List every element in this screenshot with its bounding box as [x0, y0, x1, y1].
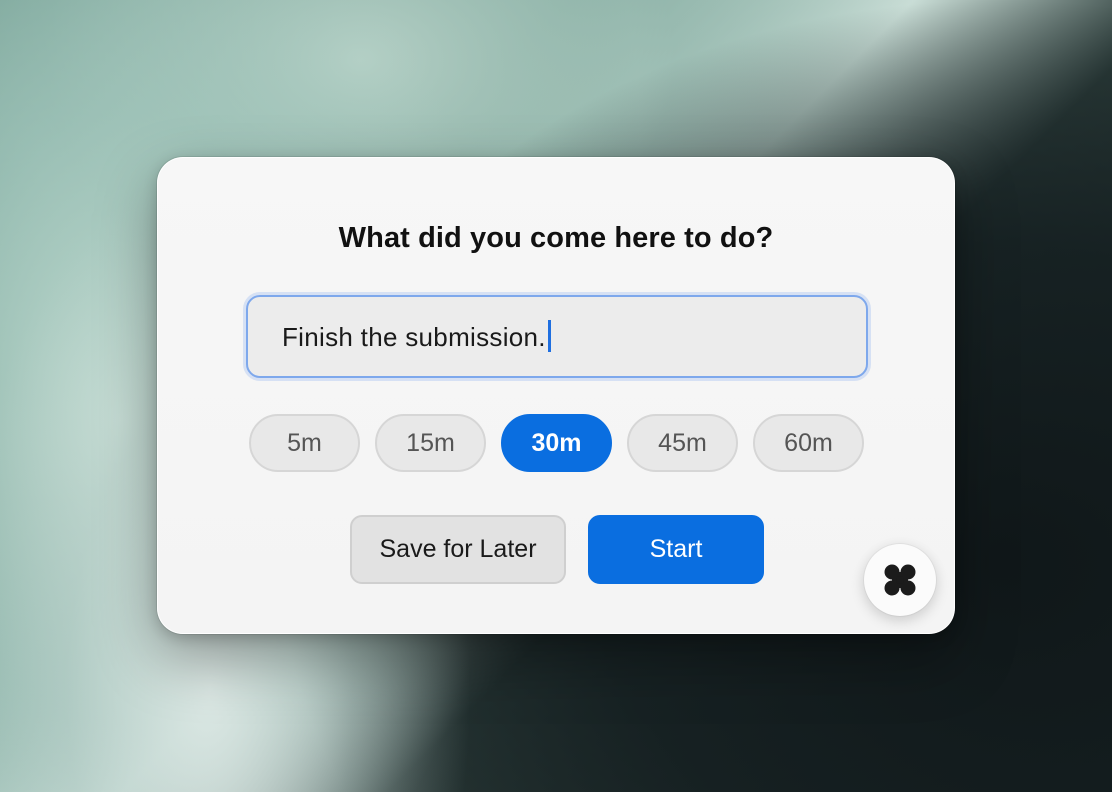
task-input-value[interactable]: Finish the submission.: [282, 320, 551, 353]
duration-5m-button[interactable]: 5m: [249, 414, 360, 472]
focus-dialog: What did you come here to do? Finish the…: [157, 157, 955, 634]
duration-30m-button[interactable]: 30m: [501, 414, 612, 472]
duration-options: 5m 15m 30m 45m 60m: [249, 414, 864, 472]
text-caret: [547, 320, 551, 352]
app-logo-icon: [884, 564, 916, 596]
duration-45m-button[interactable]: 45m: [627, 414, 738, 472]
save-for-later-button[interactable]: Save for Later: [350, 515, 566, 584]
dialog-title: What did you come here to do?: [338, 222, 774, 254]
start-button[interactable]: Start: [588, 515, 764, 584]
app-badge[interactable]: [864, 544, 936, 616]
duration-15m-button[interactable]: 15m: [375, 414, 486, 472]
task-input-text: Finish the submission.: [282, 322, 546, 352]
duration-60m-button[interactable]: 60m: [753, 414, 864, 472]
task-input[interactable]: Finish the submission.: [246, 295, 868, 378]
